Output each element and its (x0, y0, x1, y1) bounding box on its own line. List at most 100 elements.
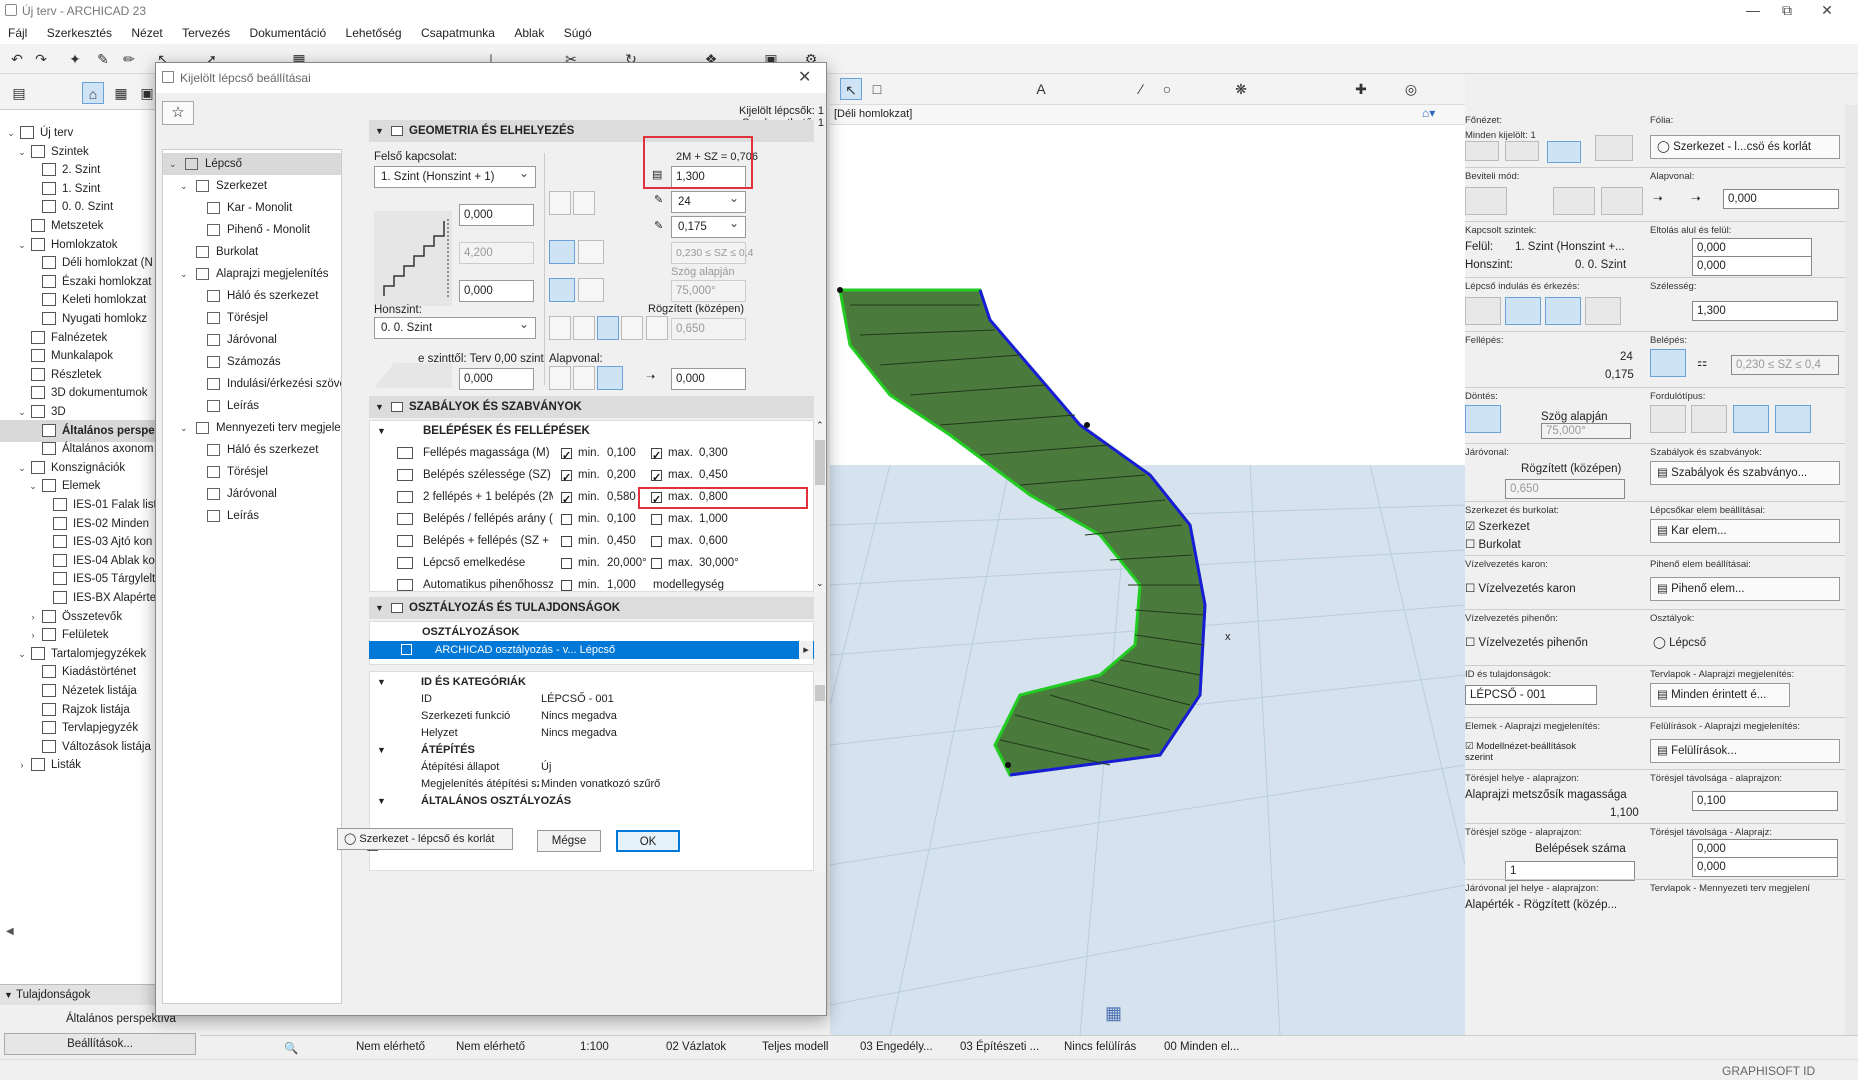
menu-design[interactable]: Tervezés (174, 22, 238, 44)
rule-min-checkbox[interactable] (561, 580, 572, 591)
pen-set[interactable]: 03 Engedély... (860, 1041, 933, 1053)
id-categories-header[interactable]: ▼ ID ÉS KATEGÓRIÁK (369, 674, 814, 691)
sphere-icon[interactable]: ◎ (1400, 78, 1422, 100)
turn-type-3[interactable] (597, 316, 619, 340)
overrides-button[interactable]: ▤ Felülírások... (1650, 739, 1840, 763)
rule-min-value[interactable]: 0,100 (607, 442, 636, 464)
input-mode-3[interactable] (1601, 187, 1643, 215)
rule-max-value[interactable]: 0,800 (699, 486, 728, 508)
rule-min-value[interactable]: 0,200 (607, 464, 636, 486)
expand-icon[interactable]: ⌄ (169, 153, 177, 175)
baseline-icon-2[interactable]: ➝ (1691, 191, 1701, 205)
rules-scrollbar[interactable]: ⌃ ⌄ (814, 420, 826, 592)
rule-min-value[interactable]: 20,000° (607, 552, 647, 574)
baseline-input[interactable]: 0,000 (1723, 189, 1839, 209)
rule-min-checkbox[interactable] (561, 558, 572, 569)
break-a-input[interactable]: 0,000 (1692, 839, 1838, 859)
property-value[interactable]: Minden vonatkozó szűrő (541, 776, 660, 793)
collapse-arrow-icon[interactable]: › (17, 754, 27, 776)
close-icon[interactable]: ✕ (1812, 2, 1842, 19)
sheets-button[interactable]: ▤ Minden érintett é... (1650, 683, 1790, 707)
redo-icon[interactable]: ↷ (30, 48, 52, 70)
break-b-input[interactable]: 0,000 (1692, 857, 1838, 877)
hotspot-icon[interactable]: ❋ (1230, 78, 1252, 100)
collapse-icon[interactable]: ▼ (4, 985, 13, 1005)
model-view-checkbox[interactable]: ☑ Modellnézet-beállítások szerint (1465, 741, 1585, 763)
home-story-value[interactable]: 0. 0. Szint (1575, 259, 1626, 271)
view-map-icon[interactable]: ⌂▾ (1422, 106, 1435, 120)
section-rules[interactable]: ▼ SZABÁLYOK ÉS SZABVÁNYOK (369, 396, 814, 418)
settings-button[interactable]: Beállítások... (4, 1033, 196, 1055)
menu-file[interactable]: Fájl (0, 22, 35, 44)
rule-max-checkbox[interactable] (651, 489, 662, 511)
riser-count-select[interactable]: 24 (671, 188, 746, 213)
angle-based-label[interactable]: Szög alapján (671, 266, 735, 278)
renovation-header[interactable]: ▼ ÁTÉPÍTÉS (369, 742, 814, 759)
dialog-tree-item[interactable]: Számozás (163, 351, 341, 373)
baseline-3[interactable] (597, 366, 623, 390)
info-box-scrollbar[interactable] (1845, 105, 1858, 1040)
property-value[interactable]: LÉPCSŐ - 001 (541, 691, 614, 708)
riser-height-select[interactable]: 0,175 (671, 213, 746, 238)
property-row[interactable]: Helyzet Nincs megadva (369, 725, 814, 742)
dialog-tree-item[interactable]: Leírás (163, 395, 341, 417)
menu-window[interactable]: Ablak (506, 22, 552, 44)
baseline-2[interactable] (573, 366, 595, 390)
undo-icon[interactable]: ↶ (6, 48, 28, 70)
section-classification[interactable]: ▼ OSZTÁLYOZÁS ÉS TULAJDONSÁGOK (369, 597, 814, 619)
property-value[interactable]: Nincs megadva (541, 725, 617, 742)
restore-icon[interactable]: ⧉ (1772, 2, 1802, 19)
scroll-thumb[interactable] (815, 685, 825, 701)
walkline-icon[interactable] (646, 316, 668, 340)
rule-min-checkbox[interactable] (561, 467, 572, 489)
width-input[interactable]: 1,300 (1692, 301, 1838, 321)
zone-icon[interactable]: ✚ (1350, 78, 1372, 100)
rule-max-value[interactable]: 0,450 (699, 464, 728, 486)
tread-count-input[interactable]: 1 (1505, 861, 1635, 881)
dialog-tree-item[interactable]: ⌄ Alaprajzi megjelenítés (163, 263, 341, 285)
rules-button[interactable]: ▤ Szabályok és szabványo... (1650, 461, 1840, 485)
from-level-input[interactable]: 0,000 (459, 368, 534, 390)
menu-edit[interactable]: Szerkesztés (39, 22, 120, 44)
select-mode-2[interactable] (1505, 141, 1539, 161)
line-tool-icon[interactable]: ∕ (1130, 78, 1152, 100)
turn-type-1[interactable] (549, 316, 571, 340)
slope-mode-1[interactable] (549, 278, 575, 302)
turn-type-4[interactable] (1775, 405, 1811, 433)
general-classification-header[interactable]: ▼ ÁLTALÁNOS OSZTÁLYOZÁS (369, 793, 814, 810)
renovation-filter[interactable]: 00 Minden el... (1164, 1041, 1239, 1053)
dialog-tree-item[interactable]: ⌄ Szerkezet (163, 175, 341, 197)
status-a[interactable]: Nem elérhető (356, 1041, 425, 1053)
scroll-up-icon[interactable]: ⌃ (816, 420, 824, 431)
classification-checkbox[interactable] (401, 644, 412, 655)
syringe-icon[interactable]: ✏ (118, 48, 140, 70)
favorites-star-icon[interactable]: ☆ (162, 101, 194, 125)
tread-mode-2-icon[interactable]: ⚏ (1697, 355, 1707, 369)
tread-mode-2[interactable] (578, 240, 604, 264)
walkline-fixed[interactable]: Rögzített (középen) (648, 303, 744, 315)
rule-max-checkbox[interactable] (651, 536, 662, 547)
rule-max-value[interactable]: 30,000° (699, 552, 739, 574)
circle-tool-icon[interactable]: ○ (1156, 78, 1178, 100)
home-story-select[interactable]: 0. 0. Szint (374, 314, 536, 339)
slope-mode-2[interactable] (578, 278, 604, 302)
property-row[interactable]: Átépítési állapot Új (369, 759, 814, 776)
rule-max-value[interactable]: 1,000 (699, 508, 728, 530)
dialog-tree-item[interactable]: Kar - Monolit (163, 197, 341, 219)
expand-icon[interactable]: ⌄ (180, 175, 188, 197)
zoom-icon[interactable]: 🔍 (284, 1041, 298, 1055)
offset-top-input[interactable]: 0,000 (1692, 238, 1812, 258)
flight-element-button[interactable]: ▤ Kar elem... (1650, 519, 1840, 543)
classification-row-selected[interactable]: ARCHICAD osztályozás - v... Lépcső ▸ (369, 641, 814, 659)
dialog-tree-item[interactable]: Leírás (163, 505, 341, 527)
marquee-icon[interactable]: □ (866, 78, 888, 100)
height-bottom-input[interactable]: 0,000 (459, 280, 534, 302)
id-input[interactable]: LÉPCSŐ - 001 (1465, 685, 1597, 705)
scale-value[interactable]: 1:100 (580, 1041, 609, 1053)
collapse-icon[interactable]: ▼ (377, 674, 386, 691)
property-value[interactable]: Új (541, 759, 551, 776)
riser-height[interactable]: 0,175 (1605, 369, 1634, 381)
menu-view[interactable]: Nézet (123, 22, 170, 44)
arrow-select-icon[interactable]: ↖ (840, 78, 862, 100)
id-scrollbar[interactable] (814, 671, 826, 871)
